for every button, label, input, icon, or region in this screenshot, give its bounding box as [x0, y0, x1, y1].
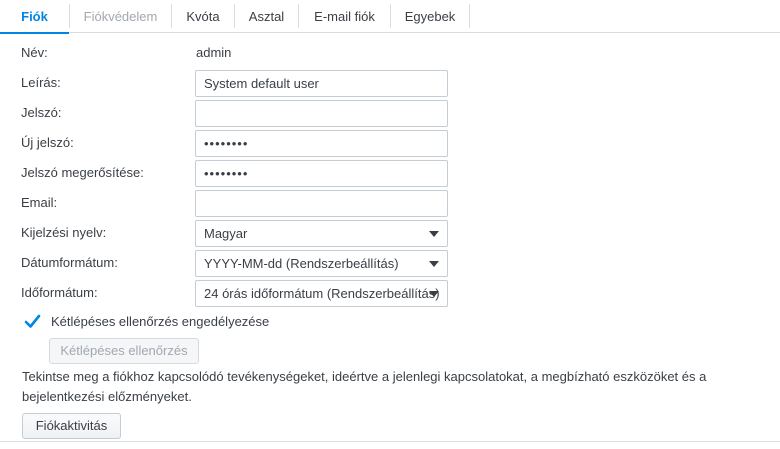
new-password-field[interactable]: •••••••• [195, 130, 448, 157]
time-format-select-value: 24 órás időformátum (Rendszerbeállítás) [204, 286, 440, 301]
language-select-value: Magyar [204, 226, 248, 241]
divider [0, 441, 780, 442]
tab-account[interactable]: Fiók [0, 0, 69, 34]
confirm-password-field-value: •••••••• [204, 166, 249, 181]
password-label: Jelszó: [21, 105, 62, 120]
description-label: Leírás: [21, 75, 61, 90]
two-step-verification-button[interactable]: Kétlépéses ellenőrzés [49, 338, 199, 364]
date-format-select[interactable]: YYYY-MM-dd (Rendszerbeállítás) [195, 250, 448, 277]
tab-account-protection[interactable]: Fiókvédelem [70, 0, 171, 33]
email-field[interactable] [195, 190, 448, 217]
tab-quota[interactable]: Kvóta [172, 0, 234, 33]
two-step-checkbox-label: Kétlépéses ellenőrzés engedélyezése [51, 314, 270, 329]
checkmark-icon[interactable] [24, 313, 41, 330]
tab-desktop[interactable]: Asztal [235, 0, 298, 33]
account-activity-button[interactable]: Fiókaktivitás [22, 413, 121, 439]
description-field[interactable]: System default user [195, 70, 448, 97]
confirm-password-field[interactable]: •••••••• [195, 160, 448, 187]
tab-email-account[interactable]: E-mail fiók [299, 0, 390, 33]
name-label: Név: [21, 45, 48, 60]
language-label: Kijelzési nyelv: [21, 225, 107, 240]
password-field[interactable] [195, 100, 448, 127]
chevron-down-icon [429, 291, 439, 297]
tab-others[interactable]: Egyebek [391, 0, 469, 33]
description-field-value: System default user [204, 76, 319, 91]
date-format-select-value: YYYY-MM-dd (Rendszerbeállítás) [204, 256, 399, 271]
new-password-label: Új jelszó: [21, 135, 74, 150]
chevron-down-icon [429, 261, 439, 267]
account-activity-description: Tekintse meg a fiókhoz kapcsolódó tevéke… [22, 369, 707, 404]
time-format-select[interactable]: 24 órás időformátum (Rendszerbeállítás) [195, 280, 448, 307]
chevron-down-icon [429, 231, 439, 237]
tab-bar: Fiók Fiókvédelem Kvóta Asztal E-mail fió… [0, 0, 780, 34]
email-label: Email: [21, 195, 58, 210]
name-value: admin [196, 45, 232, 60]
language-select[interactable]: Magyar [195, 220, 448, 247]
time-format-label: Időformátum: [21, 285, 98, 300]
tab-divider [469, 4, 470, 28]
confirm-password-label: Jelszó megerősítése: [21, 165, 144, 180]
new-password-field-value: •••••••• [204, 136, 249, 151]
date-format-label: Dátumformátum: [21, 255, 118, 270]
